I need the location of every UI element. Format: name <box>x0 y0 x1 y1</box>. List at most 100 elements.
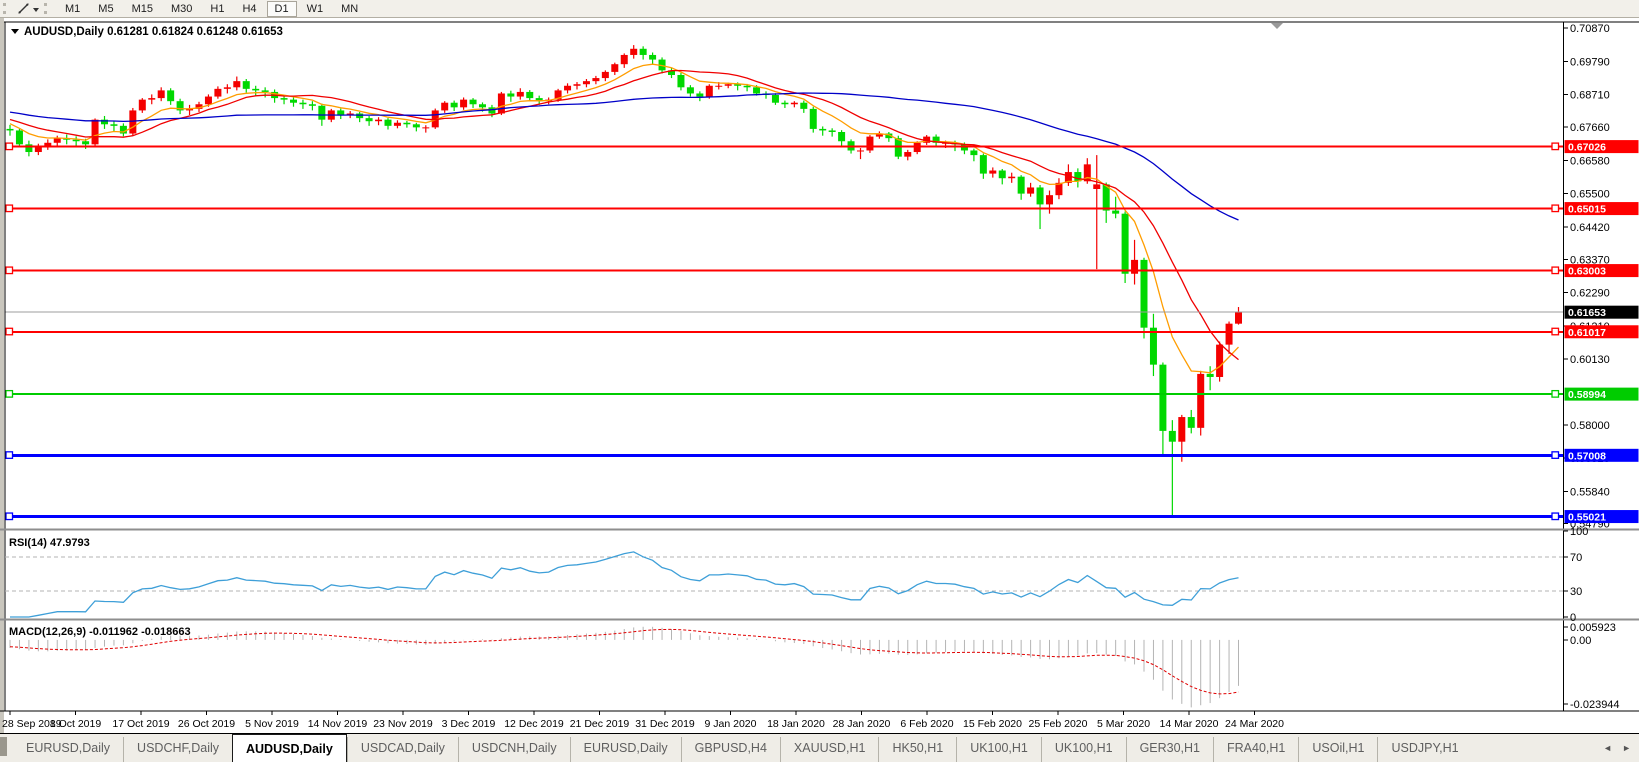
chart-tab-11-ger30h1[interactable]: GER30,H1 <box>1126 737 1213 762</box>
line-handle[interactable] <box>6 513 13 520</box>
candle-body <box>158 90 165 98</box>
date-axis-label[interactable]: 14 Mar 2020 <box>1160 718 1219 730</box>
price-scale-label[interactable]: 0.64420 <box>1570 222 1610 234</box>
candle-body <box>54 138 61 143</box>
line-handle[interactable] <box>1552 205 1559 212</box>
chart-tab-9-uk100h1[interactable]: UK100,H1 <box>956 737 1041 762</box>
chart-tab-12-fra40h1[interactable]: FRA40,H1 <box>1213 737 1298 762</box>
rsi-scale-label[interactable]: 30 <box>1570 586 1582 598</box>
date-axis-label[interactable]: 28 Jan 2020 <box>833 718 891 730</box>
candle-body <box>744 86 751 88</box>
chart-tab-4-usdcnhdaily[interactable]: USDCNH,Daily <box>458 737 570 762</box>
date-axis-label[interactable]: 14 Nov 2019 <box>308 718 368 730</box>
price-scale-label[interactable]: 0.67660 <box>1570 122 1610 134</box>
chart-tab-10-uk100h1[interactable]: UK100,H1 <box>1041 737 1126 762</box>
line-handle[interactable] <box>1552 328 1559 335</box>
level-0.65015-badge-label[interactable]: 0.65015 <box>1568 204 1606 216</box>
date-axis-label[interactable]: 25 Feb 2020 <box>1029 718 1088 730</box>
macd-scale-label[interactable]: 0.005923 <box>1570 622 1616 634</box>
main-rsi-separator[interactable] <box>0 529 1639 531</box>
line-handle[interactable] <box>6 143 13 150</box>
date-axis-label[interactable]: 21 Dec 2019 <box>570 718 630 730</box>
current-price-badge-label[interactable]: 0.61653 <box>1568 307 1606 319</box>
date-axis-label[interactable]: 15 Feb 2020 <box>963 718 1022 730</box>
level-0.67026-badge-label[interactable]: 0.67026 <box>1568 142 1606 154</box>
line-handle[interactable] <box>1552 391 1559 398</box>
level-0.63003-badge-label[interactable]: 0.63003 <box>1568 266 1606 278</box>
date-axis-label[interactable]: 12 Dec 2019 <box>504 718 564 730</box>
rsi-scale-label[interactable]: 70 <box>1570 552 1582 564</box>
chart-tab-2-audusddaily[interactable]: AUDUSD,Daily <box>232 734 347 762</box>
date-axis-label[interactable]: 23 Nov 2019 <box>373 718 433 730</box>
chart-tab-5-eurusddaily[interactable]: EURUSD,Daily <box>570 737 681 762</box>
price-scale-label[interactable]: 0.62290 <box>1570 288 1610 300</box>
chart-tab-1-usdchfdaily[interactable]: USDCHF,Daily <box>123 737 232 762</box>
line-handle[interactable] <box>1552 452 1559 459</box>
line-handle[interactable] <box>1552 143 1559 150</box>
price-scale-label[interactable]: 0.58000 <box>1570 420 1610 432</box>
timeframe-button-M15[interactable]: M15 <box>124 1 161 17</box>
scroll-tabs-left-icon[interactable]: ◄ <box>1603 743 1612 753</box>
chart-tabs: EURUSD,DailyUSDCHF,DailyAUDUSD,DailyUSDC… <box>13 737 1472 762</box>
line-handle[interactable] <box>6 267 13 274</box>
level-0.57008-badge-label[interactable]: 0.57008 <box>1568 450 1606 462</box>
line-handle[interactable] <box>6 391 13 398</box>
price-scale-label[interactable]: 0.66580 <box>1570 155 1610 167</box>
timeframe-button-MN[interactable]: MN <box>333 1 366 17</box>
tool-dropdown-chevron-icon[interactable] <box>31 2 41 15</box>
date-axis-label[interactable]: 17 Oct 2019 <box>112 718 169 730</box>
date-axis-label[interactable]: 9 Jan 2020 <box>705 718 757 730</box>
date-axis-label[interactable]: 8 Oct 2019 <box>50 718 102 730</box>
price-scale-label[interactable]: 0.55840 <box>1570 486 1610 498</box>
date-axis-label[interactable]: 26 Oct 2019 <box>178 718 235 730</box>
macd-scale-label[interactable]: 0.00 <box>1570 635 1591 647</box>
tabstrip-edge <box>0 737 7 756</box>
level-0.58994-badge-label[interactable]: 0.58994 <box>1568 389 1606 401</box>
candle-body <box>1197 374 1204 428</box>
chart-tab-13-usoilh1[interactable]: USOil,H1 <box>1298 737 1377 762</box>
timeframe-button-M5[interactable]: M5 <box>90 1 121 17</box>
timeframe-button-M1[interactable]: M1 <box>57 1 88 17</box>
date-axis-label[interactable]: 5 Nov 2019 <box>245 718 299 730</box>
chart-tab-6-gbpusdh4[interactable]: GBPUSD,H4 <box>681 737 780 762</box>
date-axis-label[interactable]: 5 Mar 2020 <box>1097 718 1150 730</box>
date-axis-label[interactable]: 31 Dec 2019 <box>635 718 695 730</box>
chart-tab-3-usdcaddaily[interactable]: USDCAD,Daily <box>347 737 458 762</box>
date-axis-label[interactable]: 18 Jan 2020 <box>767 718 825 730</box>
level-0.55021-badge-label[interactable]: 0.55021 <box>1568 512 1606 524</box>
line-handle[interactable] <box>6 328 13 335</box>
date-axis-label[interactable]: 24 Mar 2020 <box>1225 718 1284 730</box>
date-axis-label[interactable]: 3 Dec 2019 <box>442 718 496 730</box>
timeframe-button-D1[interactable]: D1 <box>267 1 297 17</box>
line-handle[interactable] <box>6 452 13 459</box>
price-scale-label[interactable]: 0.68710 <box>1570 90 1610 102</box>
line-handle[interactable] <box>1552 267 1559 274</box>
date-axis-label[interactable]: 6 Feb 2020 <box>900 718 953 730</box>
timeframe-button-H4[interactable]: H4 <box>234 1 264 17</box>
candle-body <box>35 147 42 152</box>
cursor-line-tool-icon[interactable] <box>15 2 31 15</box>
price-scale-label[interactable]: 0.65500 <box>1570 189 1610 201</box>
chart-tab-8-hk50h1[interactable]: HK50,H1 <box>878 737 956 762</box>
candle-body <box>772 95 779 103</box>
level-0.61017-badge-label[interactable]: 0.61017 <box>1568 327 1606 339</box>
macd-scale-label[interactable]: -0.023944 <box>1570 699 1620 711</box>
line-handle[interactable] <box>6 205 13 212</box>
scroll-tabs-right-icon[interactable]: ► <box>1622 743 1631 753</box>
timeframe-button-H1[interactable]: H1 <box>202 1 232 17</box>
price-scale-label[interactable]: 0.70870 <box>1570 23 1610 35</box>
rsi-macd-separator[interactable] <box>0 619 1639 621</box>
price-chart[interactable]: 0.70870 0.69790 0.68710 0.67660 0.66580 0.655… <box>0 0 1639 762</box>
price-scale-label[interactable]: 0.60130 <box>1570 354 1610 366</box>
chart-tab-0-eurusddaily[interactable]: EURUSD,Daily <box>13 737 123 762</box>
toolbar-grip[interactable] <box>3 3 11 14</box>
price-scale-label[interactable]: 0.69790 <box>1570 56 1610 68</box>
timeframe-button-M30[interactable]: M30 <box>163 1 200 17</box>
chart-tab-14-usdjpyh1[interactable]: USDJPY,H1 <box>1377 737 1471 762</box>
candle-body <box>1178 417 1185 442</box>
rsi-scale-label[interactable]: 100 <box>1570 526 1588 538</box>
timeframe-button-W1[interactable]: W1 <box>299 1 332 17</box>
candle-body <box>224 87 231 89</box>
chart-tab-7-xauusdh1[interactable]: XAUUSD,H1 <box>780 737 879 762</box>
line-handle[interactable] <box>1552 513 1559 520</box>
